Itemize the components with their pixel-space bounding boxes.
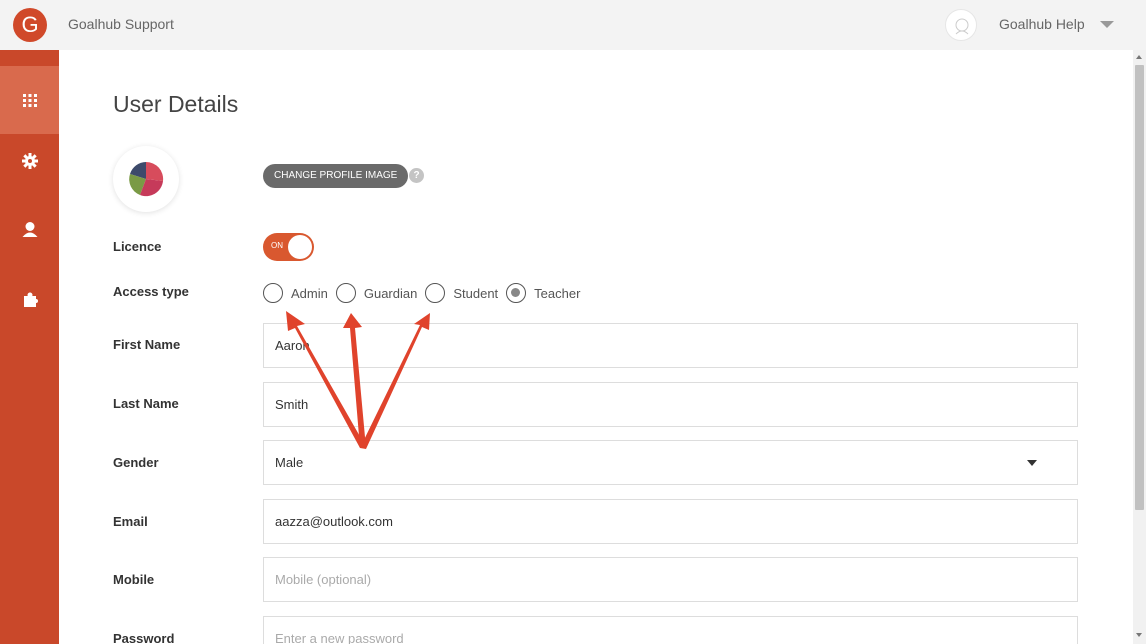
user-icon — [22, 222, 37, 237]
last-name-input[interactable]: Smith — [263, 382, 1078, 427]
mobile-label: Mobile — [113, 572, 155, 587]
radio-label: Guardian — [363, 285, 418, 301]
gender-select-value: Male — [275, 455, 304, 470]
radio-label: Student — [453, 285, 499, 301]
access-type-label: Access type — [113, 284, 189, 299]
scrollbar-thumb[interactable] — [1135, 65, 1144, 510]
sidebar-item-dashboard[interactable] — [0, 66, 59, 134]
main-panel: User Details CHANGE PROFILE IMAGE ? Lice… — [59, 50, 1133, 644]
radio-circle-checked[interactable] — [506, 283, 527, 303]
scroll-up-arrow-icon[interactable] — [1136, 55, 1142, 59]
avatar-face-icon — [955, 18, 969, 35]
radio-admin[interactable]: Admin — [263, 283, 328, 303]
gear-icon — [21, 153, 38, 169]
radio-guardian[interactable]: Guardian — [335, 283, 418, 303]
help-icon[interactable]: ? — [409, 168, 424, 183]
page-title: User Details — [113, 91, 239, 117]
toggle-state-text: ON — [271, 241, 283, 250]
user-menu-label[interactable]: Goalhub Help — [999, 16, 1085, 32]
email-field[interactable]: aazza@outlook.com — [263, 499, 1078, 544]
chevron-down-icon[interactable] — [1100, 21, 1114, 28]
last-name-label: Last Name — [113, 396, 179, 411]
profile-logo-icon — [129, 161, 164, 197]
mobile-field[interactable]: Mobile (optional) — [263, 557, 1078, 602]
vertical-scrollbar[interactable] — [1133, 50, 1146, 644]
first-name-label: First Name — [113, 337, 181, 352]
change-profile-image-button[interactable]: CHANGE PROFILE IMAGE — [263, 164, 409, 188]
sidebar-item-users[interactable] — [0, 195, 59, 263]
email-label: Email — [113, 514, 148, 529]
sidebar-item-integrations[interactable] — [0, 265, 59, 333]
caret-down-icon — [1027, 460, 1037, 466]
user-avatar[interactable] — [945, 9, 977, 41]
profile-image — [113, 146, 179, 212]
licence-toggle[interactable]: ON — [263, 233, 314, 261]
radio-label: Teacher — [534, 285, 581, 301]
radio-circle[interactable] — [335, 283, 356, 303]
radio-circle[interactable] — [263, 283, 283, 303]
password-field[interactable]: Enter a new password — [263, 616, 1078, 644]
top-bar: G Goalhub Support Goalhub Help — [0, 0, 1146, 50]
sidebar — [0, 50, 59, 644]
toggle-knob — [288, 235, 312, 259]
licence-label: Licence — [113, 239, 162, 254]
sidebar-item-settings[interactable] — [0, 127, 59, 195]
gender-label: Gender — [113, 455, 159, 470]
puzzle-icon — [23, 292, 38, 307]
password-label: Password — [113, 631, 175, 644]
apps-grid-icon — [22, 94, 37, 107]
access-type-radio-group: Admin Guardian Student Teacher — [263, 282, 588, 304]
app-logo[interactable]: G — [13, 8, 47, 42]
gender-select[interactable]: Male — [263, 440, 1078, 485]
app-title: Goalhub Support — [68, 16, 174, 32]
first-name-input[interactable]: Aaron — [263, 323, 1078, 368]
scroll-down-arrow-icon[interactable] — [1136, 633, 1142, 637]
radio-circle[interactable] — [425, 283, 446, 303]
radio-student[interactable]: Student — [425, 283, 498, 303]
radio-teacher[interactable]: Teacher — [506, 283, 580, 303]
radio-label: Admin — [291, 285, 328, 301]
